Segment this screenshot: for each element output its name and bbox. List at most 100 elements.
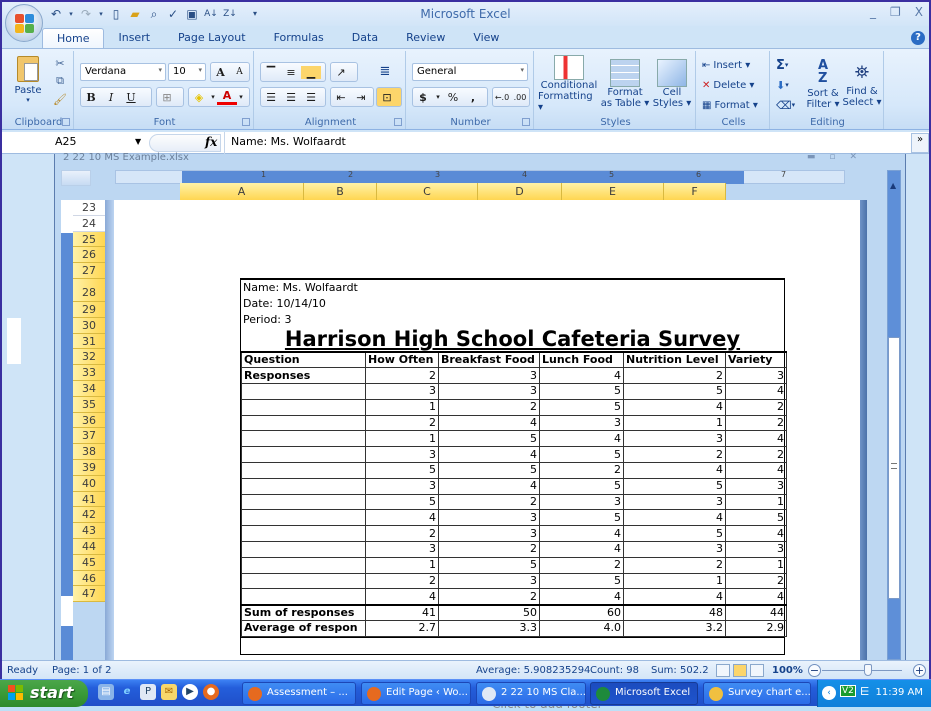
response-cell[interactable]: 4	[623, 588, 726, 606]
response-cell[interactable]: 2	[438, 541, 540, 558]
response-cell[interactable]: 2	[438, 588, 540, 606]
format-painter-icon[interactable]: 🖌	[52, 91, 68, 107]
response-cell[interactable]: 4	[539, 541, 624, 558]
tab-home[interactable]: Home	[42, 28, 105, 49]
response-cell[interactable]: 3	[725, 477, 787, 495]
empty-cell[interactable]	[241, 493, 366, 511]
response-cell[interactable]: 2	[725, 398, 787, 416]
average-label-cell[interactable]: Average of respon	[241, 620, 366, 637]
response-cell[interactable]: 2	[365, 572, 439, 590]
survey-title[interactable]: Harrison High School Cafeteria Survey	[241, 328, 784, 350]
row-header[interactable]: 26	[73, 247, 105, 264]
empty-cell[interactable]	[241, 541, 366, 558]
row-header[interactable]: 37	[73, 428, 105, 445]
column-header-cell[interactable]: Breakfast Food	[438, 351, 540, 369]
decrease-indent-icon[interactable]: ⇤	[331, 91, 351, 104]
response-cell[interactable]: 4	[539, 367, 624, 385]
tray-expand-icon[interactable]: ‹	[822, 686, 836, 700]
row-header[interactable]: 42	[73, 507, 105, 524]
page-break-view-icon[interactable]	[750, 664, 764, 677]
format-cells-button[interactable]: ▦ Format ▾	[702, 97, 758, 113]
publisher-quick-icon[interactable]: P	[140, 684, 156, 700]
empty-cell[interactable]	[241, 572, 366, 590]
taskbar-task[interactable]: 2 22 10 MS Cla...	[476, 682, 586, 705]
row-header[interactable]: 41	[73, 491, 105, 508]
row-header[interactable]: 33	[73, 365, 105, 381]
response-cell[interactable]: 5	[365, 493, 439, 511]
response-cell[interactable]: 5	[438, 430, 540, 448]
zoom-slider[interactable]	[822, 670, 902, 671]
start-button[interactable]: start	[0, 680, 88, 707]
response-cell[interactable]: 4	[539, 525, 624, 543]
row-header[interactable]: 32	[73, 349, 105, 366]
response-cell[interactable]: 5	[539, 383, 624, 400]
response-cell[interactable]: 3	[539, 493, 624, 511]
row-header[interactable]: 40	[73, 475, 105, 492]
response-cell[interactable]: 3	[725, 541, 787, 558]
expand-formula-bar-icon[interactable]: »	[911, 133, 929, 153]
row-header[interactable]: 24	[73, 215, 105, 232]
empty-cell[interactable]	[241, 383, 366, 400]
office-button[interactable]	[5, 4, 43, 42]
conditional-formatting-button[interactable]: Conditional Formatting ▾	[538, 55, 600, 113]
help-icon[interactable]: ?	[911, 31, 925, 45]
cell-name[interactable]: Name: Ms. Wolfaardt	[241, 280, 784, 296]
response-cell[interactable]: 4	[725, 383, 787, 400]
response-cell[interactable]: 1	[725, 556, 787, 574]
empty-cell[interactable]	[241, 430, 366, 448]
response-cell[interactable]: 2	[623, 556, 726, 574]
response-cell[interactable]: 4	[725, 525, 787, 543]
delete-cells-button[interactable]: ✕ Delete ▾	[702, 77, 754, 93]
response-cell[interactable]: 5	[539, 572, 624, 590]
response-cell[interactable]: 2	[539, 556, 624, 574]
row-header[interactable]: 36	[73, 412, 105, 429]
zoom-in-button[interactable]: +	[913, 664, 926, 677]
sort-filter-button[interactable]: AZ Sort & Filter ▾	[804, 55, 842, 113]
paste-button[interactable]: Paste ▾	[8, 55, 48, 105]
comma-button[interactable]: ,	[463, 91, 483, 104]
empty-cell[interactable]	[241, 525, 366, 543]
response-cell[interactable]: 3	[438, 509, 540, 527]
column-header-f[interactable]: F	[664, 183, 726, 200]
row-header[interactable]: 29	[73, 301, 105, 318]
response-cell[interactable]: 2	[623, 446, 726, 464]
number-launcher-icon[interactable]	[522, 118, 530, 126]
firefox-quick-icon[interactable]: ●	[203, 684, 219, 700]
font-family-select[interactable]: Verdana ▾	[80, 63, 166, 81]
response-cell[interactable]: 4	[725, 588, 787, 606]
column-header-cell[interactable]: How Often	[365, 351, 439, 369]
response-cell[interactable]: 2	[438, 398, 540, 416]
align-top-icon[interactable]: ▔	[261, 66, 281, 79]
column-header-cell[interactable]: Variety	[725, 351, 787, 369]
media-player-icon[interactable]: ▶	[182, 684, 198, 700]
response-cell[interactable]: 2	[365, 414, 439, 432]
taskbar-task[interactable]: Microsoft Excel	[590, 682, 698, 705]
sum-cell[interactable]: 48	[623, 603, 726, 622]
column-header-d[interactable]: D	[478, 183, 562, 200]
response-cell[interactable]: 1	[365, 430, 439, 448]
response-cell[interactable]: 1	[623, 572, 726, 590]
empty-cell[interactable]	[241, 446, 366, 464]
empty-cell[interactable]	[241, 509, 366, 527]
row-header[interactable]: 45	[73, 554, 105, 571]
response-cell[interactable]: 4	[365, 509, 439, 527]
cut-icon[interactable]: ✂	[52, 55, 68, 71]
font-launcher-icon[interactable]	[242, 118, 250, 126]
empty-cell[interactable]	[241, 588, 366, 606]
response-cell[interactable]: 3	[365, 477, 439, 495]
borders-button[interactable]: ⊞	[156, 87, 184, 107]
response-cell[interactable]: 3	[725, 367, 787, 385]
wrap-text-icon[interactable]: ≣	[374, 61, 396, 81]
row-header[interactable]: 28	[73, 278, 105, 302]
outlook-icon[interactable]: ✉	[161, 684, 177, 700]
responses-label-cell[interactable]: Responses	[241, 367, 366, 385]
column-header-cell[interactable]: Nutrition Level	[623, 351, 726, 369]
response-cell[interactable]: 3	[438, 572, 540, 590]
row-header[interactable]: 44	[73, 538, 105, 555]
align-center-icon[interactable]: ☰	[281, 91, 301, 104]
response-cell[interactable]: 5	[725, 509, 787, 527]
tab-review[interactable]: Review	[392, 28, 459, 49]
name-box[interactable]: A25	[2, 132, 147, 154]
response-cell[interactable]: 2	[725, 572, 787, 590]
row-header[interactable]: 31	[73, 333, 105, 350]
